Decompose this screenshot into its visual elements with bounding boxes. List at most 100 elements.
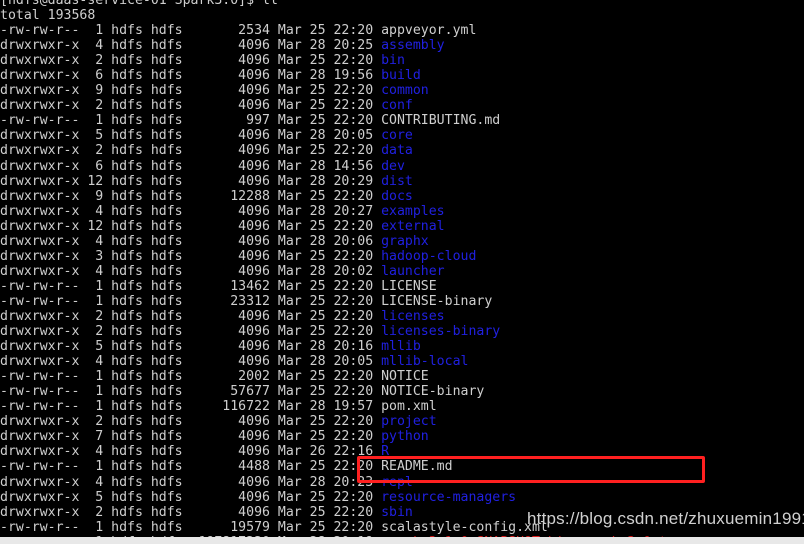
listing-row-metadata: drwxrwxr-x 12 hdfs hdfs 4096 Mar 28 20:2… <box>0 173 382 189</box>
listing-row-metadata: -rw-rw-r-- 1 hdfs hdfs 997 Mar 25 22:20 <box>0 113 382 129</box>
listing-row-name: NOTICE <box>381 369 429 385</box>
listing-row-name: licenses-binary <box>381 324 501 340</box>
listing-row: drwxrwxr-x 4 hdfs hdfs 4096 Mar 26 22:16… <box>0 444 804 459</box>
listing-row-name: bin <box>381 53 405 69</box>
listing-row-metadata: drwxrwxr-x 6 hdfs hdfs 4096 Mar 28 14:56 <box>0 158 382 174</box>
listing-row: drwxrwxr-x 6 hdfs hdfs 4096 Mar 28 19:56… <box>0 68 804 83</box>
listing-row-metadata: -rw-rw-r-- 1 hdfs hdfs 116722 Mar 28 19:… <box>0 399 382 415</box>
listing-row: -rw-rw-r-- 1 hdfs hdfs 2002 Mar 25 22:20… <box>0 369 804 384</box>
listing-row-name: NOTICE-binary <box>381 384 485 400</box>
listing-row-metadata: -rw-rw-r-- 1 hdfs hdfs 19579 Mar 25 22:2… <box>0 519 382 535</box>
listing-row-metadata: drwxrwxr-x 2 hdfs hdfs 4096 Mar 25 22:20 <box>0 143 382 159</box>
listing-row-name: build <box>381 68 421 84</box>
listing-row: -rw-rw-r-- 1 hdfs hdfs 2534 Mar 25 22:20… <box>0 23 804 38</box>
listing-row-name: licenses <box>381 308 445 324</box>
listing-row: drwxrwxr-x 4 hdfs hdfs 4096 Mar 28 20:05… <box>0 354 804 369</box>
listing-row-name: sbin <box>381 504 413 520</box>
listing-row: drwxrwxr-x 4 hdfs hdfs 4096 Mar 28 20:23… <box>0 475 804 490</box>
listing-row-metadata: drwxrwxr-x 4 hdfs hdfs 4096 Mar 28 20:06 <box>0 233 382 249</box>
listing-row-name: data <box>381 143 413 159</box>
listing-row-name: hadoop-cloud <box>381 248 477 264</box>
listing-row: -rw-rw-r-- 1 hdfs hdfs 997 Mar 25 22:20 … <box>0 113 804 128</box>
listing-row: drwxrwxr-x 2 hdfs hdfs 4096 Mar 25 22:20… <box>0 98 804 113</box>
terminal-window[interactable]: [hdfs@daas-service-01 Spark3.0]$ ll total… <box>0 0 804 537</box>
listing-row: -rw-rw-r-- 1 hdfs hdfs 57677 Mar 25 22:2… <box>0 384 804 399</box>
listing-row: drwxrwxr-x 6 hdfs hdfs 4096 Mar 28 14:56… <box>0 159 804 174</box>
listing-row: drwxrwxr-x 3 hdfs hdfs 4096 Mar 25 22:20… <box>0 249 804 264</box>
listing-row-name: scalastyle-config.xml <box>381 519 548 535</box>
listing-row: drwxrwxr-x 2 hdfs hdfs 4096 Mar 25 22:20… <box>0 53 804 68</box>
screenshot-root: [hdfs@daas-service-01 Spark3.0]$ ll total… <box>0 0 804 544</box>
listing-row: -rw-rw-r-- 1 hdfs hdfs 23312 Mar 25 22:2… <box>0 294 804 309</box>
listing-row: drwxrwxr-x 2 hdfs hdfs 4096 Mar 25 22:20… <box>0 414 804 429</box>
listing-row-metadata: drwxrwxr-x 5 hdfs hdfs 4096 Mar 28 20:16 <box>0 339 382 355</box>
listing-row-metadata: -rw-rw-r-- 1 hdfs hdfs 13462 Mar 25 22:2… <box>0 278 382 294</box>
listing-row-metadata: drwxrwxr-x 5 hdfs hdfs 4096 Mar 28 20:05 <box>0 128 382 144</box>
listing-row-name: repl <box>381 474 413 490</box>
listing-row-metadata: drwxrwxr-x 4 hdfs hdfs 4096 Mar 28 20:02 <box>0 263 382 279</box>
listing-row: drwxrwxr-x 7 hdfs hdfs 4096 Mar 25 22:20… <box>0 429 804 444</box>
listing-row-name: R <box>381 444 390 460</box>
listing-row-name: core <box>381 128 413 144</box>
listing-row-name: external <box>381 218 445 234</box>
listing-row: drwxrwxr-x 2 hdfs hdfs 4096 Mar 25 22:20… <box>0 324 804 339</box>
listing-row-name: pom.xml <box>381 399 437 415</box>
listing-row-metadata: drwxrwxr-x 3 hdfs hdfs 4096 Mar 25 22:20 <box>0 248 382 264</box>
listing-row-name: dist <box>381 173 413 189</box>
listing-row-name: conf <box>381 98 413 114</box>
watermark-text: https://blog.csdn.net/zhuxuemin1991 <box>527 509 804 528</box>
listing-row: drwxrwxr-x 9 hdfs hdfs 12288 Mar 25 22:2… <box>0 189 804 204</box>
listing-row-metadata: drwxrwxr-x 2 hdfs hdfs 4096 Mar 25 22:20 <box>0 53 382 69</box>
listing-row-metadata: drwxrwxr-x 9 hdfs hdfs 4096 Mar 25 22:20 <box>0 83 382 99</box>
listing-row: drwxrwxr-x 5 hdfs hdfs 4096 Mar 28 20:05… <box>0 128 804 143</box>
listing-row-name: examples <box>381 203 445 219</box>
listing-row: drwxrwxr-x 5 hdfs hdfs 4096 Mar 25 22:20… <box>0 490 804 505</box>
listing-row-name: python <box>381 429 429 445</box>
scrolled-command-line: [hdfs@daas-service-01 Spark3.0]$ ll <box>0 0 278 8</box>
listing-row-metadata: drwxrwxr-x 4 hdfs hdfs 4096 Mar 28 20:23 <box>0 474 382 490</box>
listing-row-metadata: -rw-rw-r-- 1 hdfs hdfs 2002 Mar 25 22:20 <box>0 369 382 385</box>
listing-row-metadata: drwxrwxr-x 4 hdfs hdfs 4096 Mar 26 22:16 <box>0 444 382 460</box>
listing-row-name: appveyor.yml <box>381 23 477 39</box>
listing-row: drwxrwxr-x 2 hdfs hdfs 4096 Mar 25 22:20… <box>0 143 804 158</box>
listing-row-metadata: drwxrwxr-x 2 hdfs hdfs 4096 Mar 25 22:20 <box>0 414 382 430</box>
listing-row-name: docs <box>381 188 413 204</box>
listing-row: -rw-rw-r-- 1 hdfs hdfs 13462 Mar 25 22:2… <box>0 279 804 294</box>
listing-row-metadata: drwxrwxr-x 4 hdfs hdfs 4096 Mar 28 20:25 <box>0 38 382 54</box>
listing-row: drwxrwxr-x 4 hdfs hdfs 4096 Mar 28 20:27… <box>0 204 804 219</box>
listing-row-metadata: drwxrwxr-x 2 hdfs hdfs 4096 Mar 25 22:20 <box>0 504 382 520</box>
listing-row-name: README.md <box>381 459 453 475</box>
listing-row-metadata: drwxrwxr-x 9 hdfs hdfs 12288 Mar 25 22:2… <box>0 188 382 204</box>
listing-row-metadata: -rw-rw-r-- 1 hdfs hdfs 57677 Mar 25 22:2… <box>0 384 382 400</box>
listing-row-name: common <box>381 83 429 99</box>
listing-row-metadata: -rw-rw-r-- 1 hdfs hdfs 4488 Mar 25 22:20 <box>0 459 382 475</box>
listing-row-metadata: drwxrwxr-x 2 hdfs hdfs 4096 Mar 25 22:20 <box>0 308 382 324</box>
window-bottom-strip <box>0 537 804 544</box>
terminal-output: [hdfs@daas-service-01 Spark3.0]$ ll total… <box>0 0 804 537</box>
listing-row-name: graphx <box>381 233 429 249</box>
listing-row: -rw-rw-r-- 1 hdfs hdfs 4488 Mar 25 22:20… <box>0 459 804 474</box>
listing-row-metadata: drwxrwxr-x 4 hdfs hdfs 4096 Mar 28 20:27 <box>0 203 382 219</box>
listing-row-name: dev <box>381 158 405 174</box>
listing-row-name: LICENSE-binary <box>381 293 493 309</box>
listing-row: drwxrwxr-x 12 hdfs hdfs 4096 Mar 25 22:2… <box>0 219 804 234</box>
listing-row: drwxrwxr-x 9 hdfs hdfs 4096 Mar 25 22:20… <box>0 83 804 98</box>
listing-row-name: assembly <box>381 38 445 54</box>
listing-row-metadata: drwxrwxr-x 12 hdfs hdfs 4096 Mar 25 22:2… <box>0 218 382 234</box>
listing-row-metadata: drwxrwxr-x 6 hdfs hdfs 4096 Mar 28 19:56 <box>0 68 382 84</box>
listing-row: drwxrwxr-x 5 hdfs hdfs 4096 Mar 28 20:16… <box>0 339 804 354</box>
listing-row-metadata: drwxrwxr-x 5 hdfs hdfs 4096 Mar 25 22:20 <box>0 489 382 505</box>
listing-row-metadata: drwxrwxr-x 2 hdfs hdfs 4096 Mar 25 22:20 <box>0 324 382 340</box>
listing-row-metadata: -rw-rw-r-- 1 hdfs hdfs 23312 Mar 25 22:2… <box>0 293 382 309</box>
listing-row-name: resource-managers <box>381 489 517 505</box>
listing-row: drwxrwxr-x 2 hdfs hdfs 4096 Mar 25 22:20… <box>0 309 804 324</box>
listing-total-line: total 193568 <box>0 8 96 24</box>
listing-row-name: mllib <box>381 339 421 355</box>
listing-row-name: LICENSE <box>381 278 437 294</box>
listing-row-metadata: drwxrwxr-x 4 hdfs hdfs 4096 Mar 28 20:05 <box>0 354 382 370</box>
listing-row: drwxrwxr-x 4 hdfs hdfs 4096 Mar 28 20:25… <box>0 38 804 53</box>
listing-row-name: project <box>381 414 437 430</box>
listing-row-metadata: -rw-rw-r-- 1 hdfs hdfs 2534 Mar 25 22:20 <box>0 23 382 39</box>
listing-row-metadata: drwxrwxr-x 2 hdfs hdfs 4096 Mar 25 22:20 <box>0 98 382 114</box>
listing-row: drwxrwxr-x 12 hdfs hdfs 4096 Mar 28 20:2… <box>0 174 804 189</box>
